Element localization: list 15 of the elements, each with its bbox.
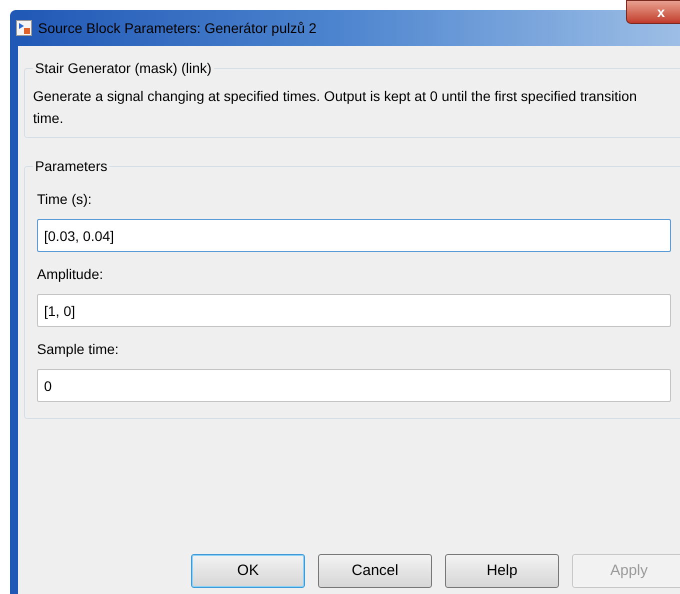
dialog-button[interactable]: OK <box>191 554 305 588</box>
field-label: Amplitude: <box>37 265 104 284</box>
group-title: Parameters <box>34 157 108 176</box>
input-field[interactable]: 0 <box>37 369 671 402</box>
input-field[interactable]: [1, 0] <box>37 294 671 327</box>
close-button[interactable]: x <box>626 0 680 24</box>
group-title: Stair Generator (mask) (link) <box>34 59 213 78</box>
input-field[interactable]: [0.03, 0.04] <box>37 219 671 252</box>
description-text: Generate a signal changing at specified times. Output is kept at 0 until the first specified transition time. <box>33 87 638 128</box>
dialog-button[interactable]: Cancel <box>318 554 432 588</box>
window-title: Source Block Parameters: Generátor pulzů 2 <box>38 18 317 38</box>
field-label: Sample time: <box>37 340 120 359</box>
dialog-button[interactable]: Help <box>445 554 559 588</box>
field-label: Time (s): <box>37 190 93 209</box>
block-icon <box>16 20 32 36</box>
